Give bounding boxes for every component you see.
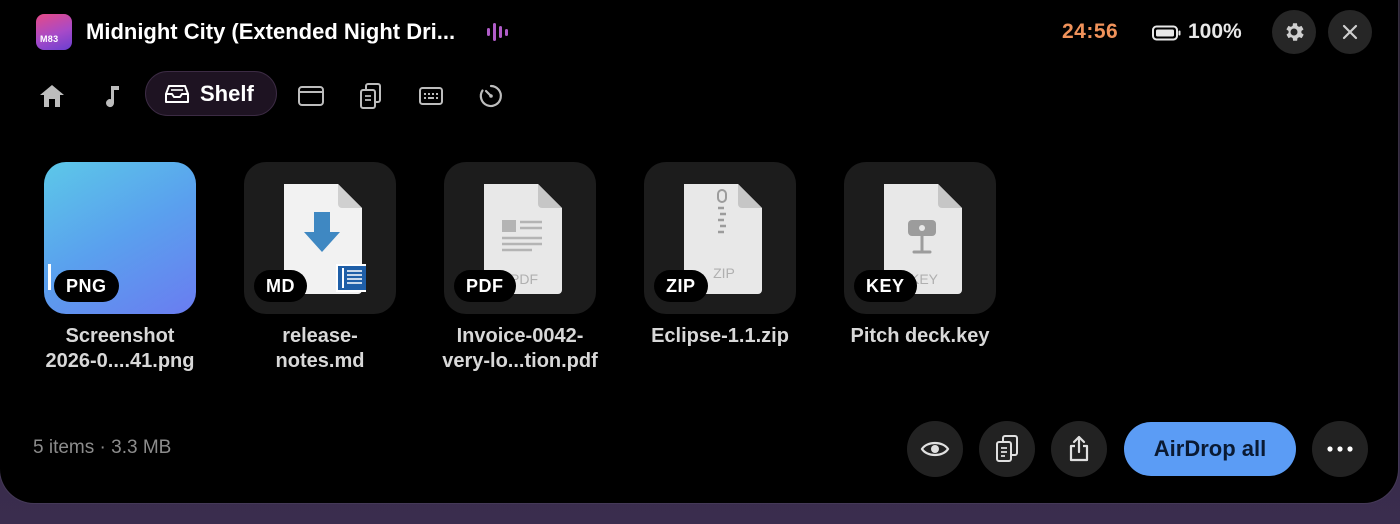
file-thumbnail[interactable]: ZIP ZIP <box>644 162 796 314</box>
gear-icon <box>1286 23 1304 41</box>
equalizer-icon <box>487 23 508 41</box>
file-name-line: notes.md <box>275 350 365 372</box>
file-name-line: release- <box>282 325 358 347</box>
more-options-button[interactable] <box>1312 421 1368 477</box>
shelf-summary: 5 items · 3.3 MB <box>33 437 172 458</box>
clock: 24:56 <box>1062 20 1119 43</box>
album-art-label: M83 <box>40 34 59 44</box>
file-name: Screenshot 2026-0....41.png <box>30 324 210 374</box>
airdrop-all-button[interactable]: AirDrop all <box>1124 422 1296 476</box>
doc-type-label: ZIP <box>713 265 735 281</box>
shelf-file-item[interactable]: PDF PDF Invoice-0042- very-lo...tion.pdf <box>430 162 610 374</box>
file-name-line: Screenshot <box>65 325 175 347</box>
file-thumbnail[interactable]: MD <box>244 162 396 314</box>
shelf-file-item[interactable]: ZIP ZIP Eclipse-1.1.zip <box>630 162 810 349</box>
keyboard-icon <box>419 87 443 105</box>
clipboard-icon <box>360 83 381 109</box>
track-title[interactable]: Midnight City (Extended Night Dri... <box>86 19 455 45</box>
share-icon <box>1069 435 1089 462</box>
tab-timer[interactable] <box>475 80 507 112</box>
tab-keyboard[interactable] <box>415 80 447 112</box>
timer-icon <box>479 84 502 108</box>
file-name-line: very-lo...tion.pdf <box>442 350 598 372</box>
close-icon <box>1342 24 1358 40</box>
file-thumbnail[interactable]: KEY KEY <box>844 162 996 314</box>
file-type-badge: MD <box>254 270 307 302</box>
tab-clipboard[interactable] <box>355 80 387 112</box>
file-name: Invoice-0042- very-lo...tion.pdf <box>430 324 610 374</box>
tab-music[interactable] <box>96 80 128 112</box>
file-name-line: 2026-0....41.png <box>45 350 195 372</box>
settings-button[interactable] <box>1272 10 1316 54</box>
file-name: release- notes.md <box>230 324 410 374</box>
file-name-line: Eclipse-1.1.zip <box>651 325 789 347</box>
preview-mark <box>48 264 51 290</box>
file-type-badge: PNG <box>54 270 119 302</box>
ellipsis-icon <box>1327 446 1353 452</box>
now-playing-header: M83 Midnight City (Extended Night Dri...… <box>0 0 1398 64</box>
file-thumbnail[interactable]: PNG <box>44 162 196 314</box>
tab-shelf-label: Shelf <box>200 80 254 106</box>
file-name-line: Pitch deck.key <box>850 325 990 347</box>
close-button[interactable] <box>1328 10 1372 54</box>
home-icon <box>40 85 64 107</box>
shelf-file-item[interactable]: KEY KEY Pitch deck.key <box>830 162 1010 349</box>
shelf-file-item[interactable]: PNG Screenshot 2026-0....41.png <box>30 162 210 374</box>
file-type-badge: PDF <box>454 270 516 302</box>
share-button[interactable] <box>1051 421 1107 477</box>
music-note-icon <box>106 86 119 108</box>
shelf-panel: M83 Midnight City (Extended Night Dri...… <box>0 0 1398 503</box>
copy-icon <box>996 435 1018 462</box>
file-name: Eclipse-1.1.zip <box>630 324 810 349</box>
file-type-badge: KEY <box>854 270 917 302</box>
file-thumbnail[interactable]: PDF PDF <box>444 162 596 314</box>
shelf-file-item[interactable]: MD release- notes.md <box>230 162 410 374</box>
tab-shelf[interactable]: Shelf <box>145 71 277 116</box>
copy-button[interactable] <box>979 421 1035 477</box>
quick-look-button[interactable] <box>907 421 963 477</box>
album-art[interactable]: M83 <box>36 14 72 50</box>
battery-percentage: 100% <box>1188 20 1242 43</box>
file-name-line: Invoice-0042- <box>456 325 584 347</box>
window-icon <box>298 86 324 106</box>
tab-window[interactable] <box>295 80 327 112</box>
tray-icon <box>165 84 189 103</box>
eye-icon <box>920 441 950 457</box>
tab-home[interactable] <box>36 80 68 112</box>
file-type-badge: ZIP <box>654 270 708 302</box>
file-name: Pitch deck.key <box>830 324 1010 349</box>
battery-icon <box>1152 25 1181 41</box>
